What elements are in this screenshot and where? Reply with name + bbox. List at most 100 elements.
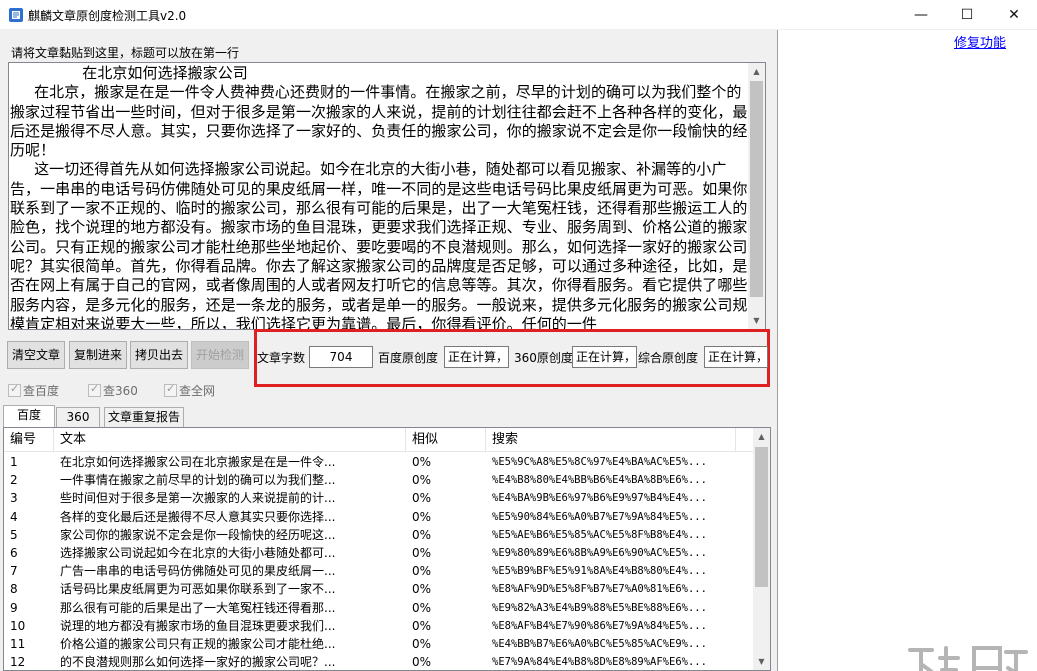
table-row[interactable]: 2 一件事情在搬家之前尽早的计划的确可以为我们整... 0% %E4%B8%80%E4…	[4, 471, 754, 489]
instruction-label: 请将文章黏贴到这里，标题可以放在第一行	[11, 46, 240, 60]
table-header: 编号 文本 相似 搜索	[4, 428, 754, 452]
cell-similarity: 0%	[412, 509, 432, 524]
table-row[interactable]: 9 那么很有可能的后果是出了一大笔冤枉钱还得看那... 0% %E9%82%A3%E4…	[4, 599, 754, 617]
check-baidu-label: 查百度	[23, 384, 60, 398]
table-row[interactable]: 6 选择搬家公司说起如今在北京的大街小巷随处都可... 0% %E9%80%89%E6…	[4, 544, 754, 562]
table-row[interactable]: 1 在北京如何选择搬家公司在北京搬家是在是一件令... 0% %E5%9C%A8%E5…	[4, 453, 754, 471]
cell-number: 4	[10, 509, 18, 524]
checkbox-icon[interactable]	[8, 382, 21, 397]
cell-similarity: 0%	[412, 618, 432, 633]
check-baidu-checkbox[interactable]: 查百度	[8, 382, 59, 399]
cell-similarity: 0%	[412, 600, 432, 615]
s360-originality-field[interactable]: 正在计算，请	[572, 346, 637, 368]
app-icon	[9, 8, 23, 22]
cell-search: %E5%B9%BF%E5%91%8A%E4%B8%80%E4%...	[492, 565, 707, 578]
table-row[interactable]: 8 话号码比果皮纸屑更为可恶如果你联系到了一家不... 0% %E8%AF%9D%E5…	[4, 580, 754, 598]
cell-search: %E4%B8%80%E4%BB%B6%E4%BA%8B%E6%...	[492, 474, 707, 487]
overall-originality-label: 综合原创度	[638, 351, 699, 365]
scroll-up-icon[interactable]: ▲	[753, 428, 770, 445]
cell-text: 广告一串串的电话号码仿佛随处可见的果皮纸屑一...	[60, 564, 336, 579]
cell-text: 在北京如何选择搬家公司在北京搬家是在是一件令...	[60, 455, 336, 469]
cell-search: %E7%9A%84%E4%B8%8D%E8%89%AF%E6%...	[492, 656, 707, 669]
check-360-checkbox[interactable]: 查360	[88, 382, 138, 399]
table-row[interactable]: 12 的不良潜规则那么如何选择一家好的搬家公司呢？... 0% %E7%9A%84%E…	[4, 653, 754, 670]
table-row[interactable]: 5 家公司你的搬家说不定会是你一段愉快的经历呢这... 0% %E5%AE%B6%E5…	[4, 526, 754, 544]
start-check-button[interactable]: 开始检测	[191, 341, 249, 369]
column-header-search[interactable]: 搜索	[486, 428, 736, 452]
tab-baidu[interactable]: 百度	[3, 405, 55, 427]
cell-text: 话号码比果皮纸屑更为可恶如果你联系到了一家不...	[60, 582, 336, 597]
cell-similarity: 0%	[412, 637, 432, 651]
check-web-checkbox[interactable]: 查全网	[164, 382, 215, 399]
copy-out-button[interactable]: 拷贝出去	[130, 341, 188, 369]
scroll-down-icon[interactable]: ▼	[748, 312, 765, 329]
cell-text: 一件事情在搬家之前尽早的计划的确可以为我们整...	[60, 473, 336, 488]
cell-text: 各样的变化最后还是搬得不尽人意其实只要你选择...	[60, 509, 336, 524]
cell-number: 6	[10, 546, 18, 560]
clear-article-button[interactable]: 清空文章	[7, 341, 65, 369]
cell-similarity: 0%	[412, 582, 432, 597]
baidu-originality-field[interactable]: 正在计算，请	[444, 346, 509, 368]
scroll-up-icon[interactable]: ▲	[748, 63, 765, 80]
tab-duplicate-report[interactable]: 文章重复报告	[104, 407, 184, 427]
cell-search: %E5%90%84%E6%A0%B7%E7%9A%84%E5%...	[492, 510, 707, 523]
cell-number: 11	[10, 637, 26, 651]
results-table[interactable]: 编号 文本 相似 搜索 1 在北京如何选择搬家公司在北京搬家是在是一件令... 0%…	[3, 427, 771, 671]
repair-link[interactable]: 修复功能	[954, 32, 1006, 51]
client-area: 请将文章黏贴到这里，标题可以放在第一行 在北京如何选择搬家公司 在北京，搬家是在…	[0, 30, 1037, 671]
cell-number: 5	[10, 527, 18, 542]
window-title: 麒麟文章原创度检测工具v2.0	[28, 9, 187, 23]
maximize-button[interactable]: ☐	[944, 0, 990, 30]
title-bar: 麒麟文章原创度检测工具v2.0 — ☐ ✕	[0, 0, 1037, 30]
column-header-number[interactable]: 编号	[4, 428, 54, 452]
cell-number: 7	[10, 564, 18, 579]
cell-search: %E5%9C%A8%E5%8C%97%E4%BA%AC%E5%...	[492, 456, 707, 468]
cell-search: %E5%AE%B6%E5%85%AC%E5%8F%B8%E4%...	[492, 528, 707, 541]
cell-number: 1	[10, 455, 18, 469]
cell-search: %E4%BA%9B%E6%97%B6%E9%97%B4%E4%...	[492, 492, 707, 505]
column-header-text[interactable]: 文本	[54, 428, 406, 452]
column-header-similarity[interactable]: 相似	[406, 428, 486, 452]
minimize-button[interactable]: —	[898, 0, 944, 30]
cell-number: 9	[10, 600, 18, 615]
table-scrollbar[interactable]: ▲ ▼	[753, 428, 770, 670]
checkbox-icon[interactable]	[88, 382, 101, 397]
cell-text: 说理的地方都没有搬家市场的鱼目混珠更要求我们...	[60, 618, 336, 633]
close-button[interactable]: ✕	[991, 0, 1037, 30]
cell-number: 10	[10, 618, 26, 633]
cell-similarity: 0%	[412, 491, 432, 506]
scroll-thumb[interactable]	[755, 447, 768, 587]
cell-number: 2	[10, 473, 18, 488]
overall-originality-field[interactable]: 正在计算，请	[704, 346, 768, 368]
cell-text: 价格公道的搬家公司只有正规的搬家公司才能杜绝...	[60, 637, 336, 651]
article-textarea[interactable]: 在北京如何选择搬家公司 在北京，搬家是在是一件令人费神费心还费财的一件事情。在搬…	[8, 62, 766, 330]
cell-text: 的不良潜规则那么如何选择一家好的搬家公司呢？...	[60, 655, 336, 670]
copy-in-button[interactable]: 复制进来	[69, 341, 127, 369]
scroll-down-icon[interactable]: ▼	[753, 653, 770, 670]
cell-similarity: 0%	[412, 564, 432, 579]
cell-search: %E9%82%A3%E4%B9%88%E5%BE%88%E6%...	[492, 601, 707, 614]
article-scrollbar[interactable]: ▲ ▼	[748, 63, 765, 329]
word-count-field[interactable]: 704	[309, 346, 373, 368]
cell-text: 家公司你的搬家说不定会是你一段愉快的经历呢这...	[60, 527, 336, 542]
table-row[interactable]: 10 说理的地方都没有搬家市场的鱼目混珠更要求我们... 0% %E8%AF%B4%E…	[4, 617, 754, 635]
table-row[interactable]: 4 各样的变化最后还是搬得不尽人意其实只要你选择... 0% %E5%90%84%E6…	[4, 508, 754, 526]
scroll-thumb[interactable]	[750, 81, 763, 297]
cell-search: %E4%BB%B7%E6%A0%BC%E5%85%AC%E9%...	[492, 638, 707, 650]
cell-search: %E8%AF%B4%E7%90%86%E7%9A%84%E5%...	[492, 619, 707, 632]
cell-text: 些时间但对于很多是第一次搬家的人来说提前的计...	[60, 491, 336, 506]
checkbox-icon[interactable]	[164, 382, 177, 397]
table-row[interactable]: 11 价格公道的搬家公司只有正规的搬家公司才能杜绝... 0% %E4%BB%B7%E…	[4, 635, 754, 653]
cell-text: 那么很有可能的后果是出了一大笔冤枉钱还得看那...	[60, 600, 336, 615]
cell-search: %E9%80%89%E6%8B%A9%E6%90%AC%E5%...	[492, 547, 707, 559]
cell-search: %E8%AF%9D%E5%8F%B7%E7%A0%81%E6%...	[492, 583, 707, 596]
cell-similarity: 0%	[412, 546, 432, 560]
tab-360[interactable]: 360	[56, 407, 100, 427]
check-web-label: 查全网	[179, 384, 216, 398]
baidu-originality-label: 百度原创度	[378, 351, 439, 365]
cell-similarity: 0%	[412, 455, 432, 469]
table-row[interactable]: 3 些时间但对于很多是第一次搬家的人来说提前的计... 0% %E4%BA%9B%E6…	[4, 489, 754, 507]
article-text[interactable]: 在北京如何选择搬家公司 在北京，搬家是在是一件令人费神费心还费财的一件事情。在搬…	[9, 64, 750, 329]
table-row[interactable]: 7 广告一串串的电话号码仿佛随处可见的果皮纸屑一... 0% %E5%B9%BF%E5…	[4, 562, 754, 580]
check-360-label: 查360	[103, 384, 138, 398]
